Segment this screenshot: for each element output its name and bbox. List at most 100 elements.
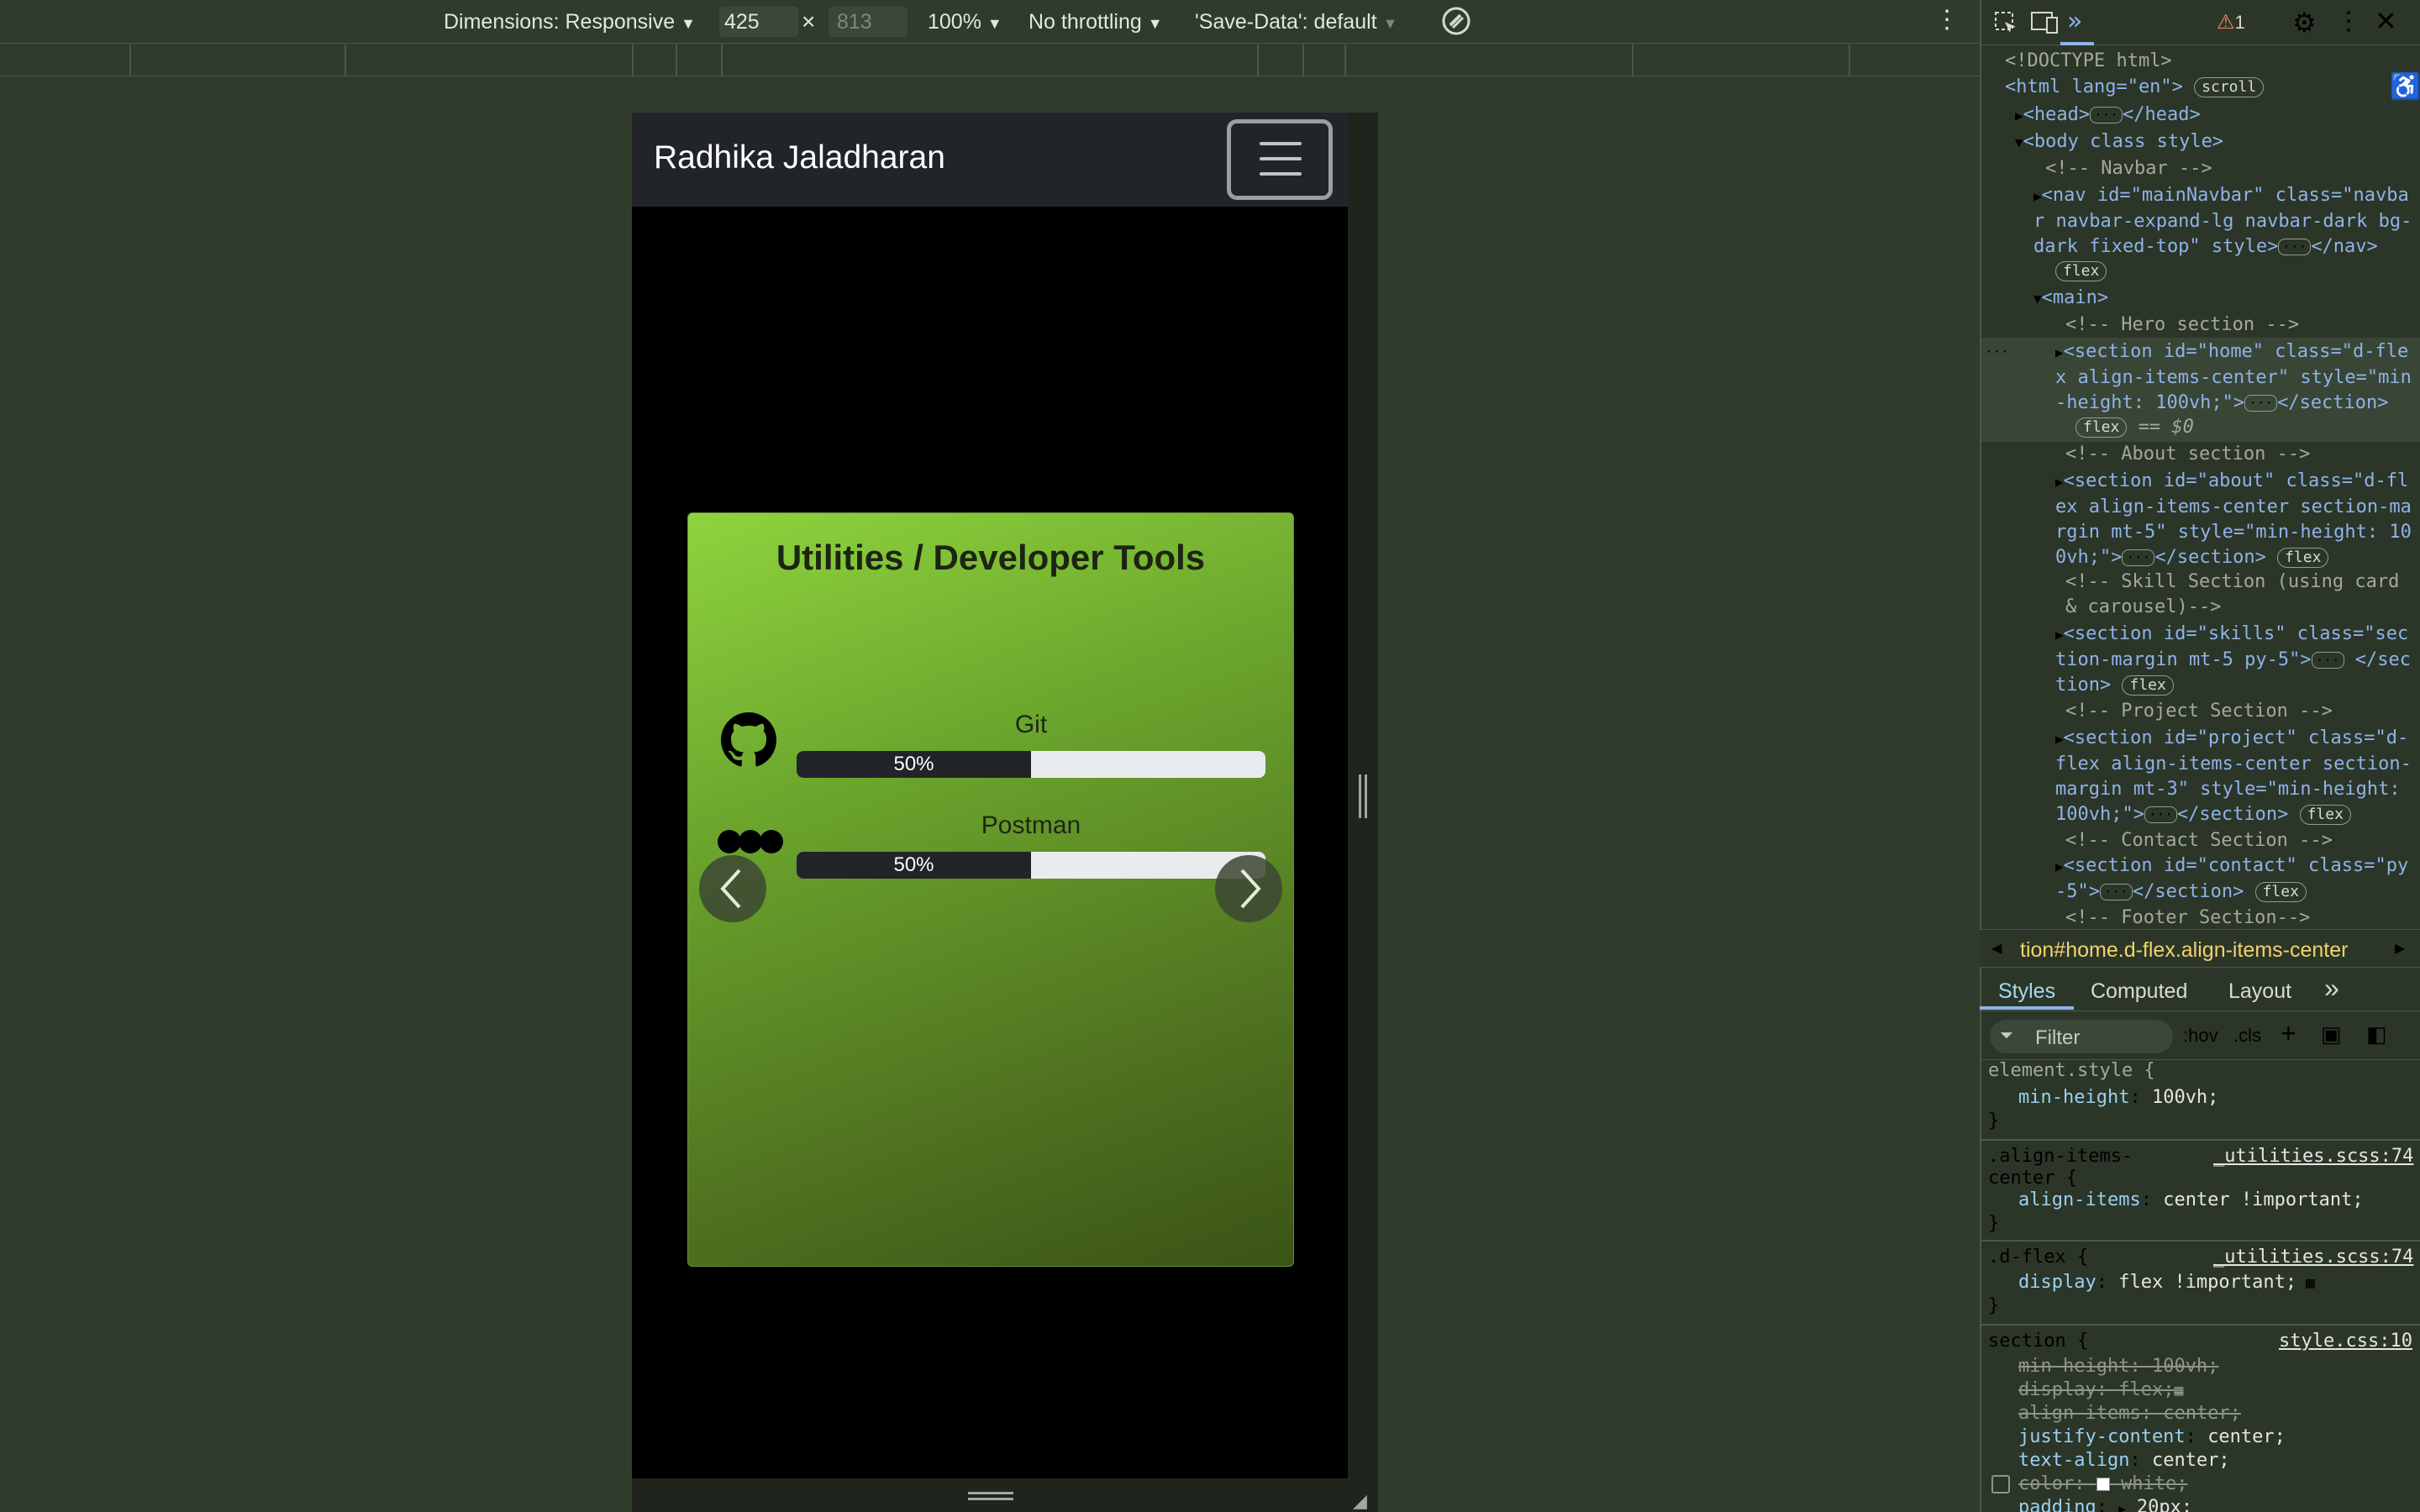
tab-computed[interactable]: Computed [2091,979,2187,1004]
scroll-right-icon[interactable]: ▶ [2395,940,2405,957]
style-declaration-overridden[interactable]: display: flex;▦ [2018,1378,2183,1404]
style-declaration[interactable]: align-items: center !important; [2018,1188,2364,1213]
triangle-right-icon[interactable]: ▶ [2055,627,2064,643]
inspect-element-icon[interactable] [1993,10,2018,39]
triangle-right-icon[interactable]: ▶ [2118,1503,2125,1512]
width-input[interactable]: 425 [719,7,798,37]
dom-line-dots[interactable]: ··· [1985,339,2009,365]
rotate-icon[interactable] [1440,5,1472,43]
scroll-badge[interactable]: scroll [2194,77,2265,97]
resize-corner-icon[interactable]: ◢ [1353,1490,1367,1512]
settings-gear-icon[interactable]: ⚙ [2292,7,2317,39]
triangle-right-icon[interactable]: ▶ [2015,108,2023,123]
rule-selector[interactable]: .d-flex { [1988,1245,2088,1270]
ellipsis-badge[interactable]: ··· [2144,806,2177,823]
rule-selector[interactable]: element.style { [1988,1058,2155,1084]
device-toggle-icon[interactable] [2030,10,2059,39]
dom-line[interactable]: ▶<head> ··· </head> [2015,102,2201,129]
style-declaration-overridden[interactable]: min-height: 100vh; [2018,1354,2218,1379]
dom-line[interactable]: <!-- Contact Section --> [2065,828,2333,853]
dom-line[interactable]: ▼<main> [2033,286,2108,312]
breadcrumb-item[interactable]: tion#home.d-flex.align-items-center [2020,938,2348,963]
ellipsis-badge[interactable]: ··· [2311,652,2344,669]
media-query-ruler[interactable] [0,45,1980,76]
dom-line[interactable]: <!-- Hero section --> [2065,312,2299,338]
style-declaration[interactable]: padding: ▶ 20px; [2018,1495,2192,1512]
flex-badge[interactable]: flex [2055,261,2107,281]
rule-source[interactable]: _utilities.scss:74 [2213,1144,2413,1169]
ellipsis-badge[interactable]: ··· [2099,884,2133,900]
rule-source[interactable]: style.css:10 [2279,1329,2412,1354]
resize-handle-bottom[interactable] [968,1492,1013,1500]
triangle-right-icon[interactable]: ▶ [2055,731,2064,747]
ellipsis-badge[interactable]: ··· [2278,239,2312,255]
resize-handle-right[interactable] [1359,774,1367,818]
dom-line[interactable]: ▶<section id="skills" class="section-mar… [2055,622,2415,698]
more-tabs-icon[interactable]: » [2324,973,2339,1004]
style-declaration-overridden[interactable]: align-items: center; [2018,1401,2241,1426]
triangle-down-icon[interactable]: ▼ [2033,291,2042,307]
close-icon[interactable]: ✕ [2375,5,2397,37]
dom-line[interactable]: <html lang="en"> scroll [2005,75,2265,100]
devtools-menu-icon[interactable]: ⋮ [2336,7,2361,36]
styles-filter-input[interactable]: ⏷ Filter [1990,1020,2173,1053]
accessibility-icon[interactable]: ♿ [2390,72,2420,102]
style-declaration[interactable]: min-height: 100vh; [2018,1085,2218,1110]
dom-line[interactable]: <!-- Footer Section--> [2065,906,2310,926]
dom-line[interactable]: flex == $0 [2075,415,2194,440]
dom-line[interactable]: <!-- Skill Section (using card & carouse… [2065,570,2413,620]
dom-line[interactable]: ▶<section id="about" class="d-flex align… [2055,469,2415,570]
flex-badge[interactable]: flex [2299,805,2351,825]
flex-badge[interactable]: flex [2277,548,2329,568]
scroll-left-icon[interactable]: ◀ [1991,940,2002,957]
triangle-right-icon[interactable]: ▶ [2033,188,2042,204]
dom-line[interactable]: <!-- About section --> [2065,442,2310,467]
more-tabs-icon[interactable]: » [2067,7,2082,36]
flex-badge[interactable]: flex [2254,882,2307,902]
triangle-right-icon[interactable]: ▶ [2055,344,2064,360]
triangle-down-icon[interactable]: ▼ [2015,134,2023,150]
triangle-right-icon[interactable]: ▶ [2055,474,2064,490]
new-rule-icon[interactable]: + [2281,1018,2296,1049]
dom-line[interactable]: <!-- Navbar --> [2045,156,2212,181]
throttling-dropdown[interactable]: No throttling ▼ [1028,10,1163,34]
dimensions-dropdown[interactable]: Dimensions: Responsive ▼ [444,10,696,34]
triangle-right-icon[interactable]: ▶ [2055,858,2064,874]
warning-icon[interactable]: ⚠1 [2217,10,2245,34]
more-options-icon[interactable]: ⋮ [1934,5,1960,34]
navbar-toggler-button[interactable] [1227,119,1333,200]
ellipsis-badge[interactable]: ··· [2244,395,2278,412]
tab-layout[interactable]: Layout [2228,979,2291,1004]
flex-editor-icon[interactable]: ▦ [2174,1382,2183,1399]
hov-toggle[interactable]: :hov [2183,1025,2218,1047]
save-data-dropdown[interactable]: 'Save-Data': default ▼ [1195,10,1397,34]
navbar-brand[interactable]: Radhika Jaladharan [654,139,945,176]
dom-line[interactable]: ▶<section id="contact" class="py-5"> ··· <… [2055,853,2415,905]
dom-line[interactable]: <!-- Project Section --> [2065,699,2333,724]
style-declaration[interactable]: justify-content: center; [2018,1425,2286,1450]
dom-line-selected[interactable]: ▶<section id="home" class="d-flex align-… [2055,339,2415,416]
ellipsis-badge[interactable]: ··· [2090,107,2123,123]
flex-badge[interactable]: flex [2122,675,2174,696]
style-declaration[interactable]: text-align: center; [2018,1448,2230,1473]
sidebar-toggle-icon[interactable]: ◧ [2366,1021,2387,1047]
height-input[interactable]: 813 [829,7,908,37]
disable-property-checkbox[interactable] [1991,1475,2010,1494]
flex-editor-icon[interactable]: ▦ [2296,1274,2315,1292]
dom-line[interactable]: <!DOCTYPE html> [2005,49,2172,74]
flex-badge[interactable]: flex [2075,417,2128,438]
rule-source[interactable]: _utilities.scss:74 [2213,1245,2413,1270]
dom-line[interactable]: ▼<body class style> [2015,129,2223,155]
carousel-prev-button[interactable] [699,855,766,922]
rule-selector[interactable]: section { [1988,1329,2088,1354]
zoom-dropdown[interactable]: 100% ▼ [928,10,1002,34]
ellipsis-badge[interactable]: ··· [2122,549,2155,566]
paint-icon[interactable]: ▣ [2321,1021,2342,1047]
style-declaration[interactable]: display: flex !important; ▦ [2018,1270,2315,1296]
color-swatch[interactable] [2096,1478,2110,1491]
dom-line[interactable]: ▶<section id="project" class="d-flex ali… [2055,726,2415,827]
dom-line[interactable]: flex [2055,259,2107,284]
style-declaration-overridden[interactable]: color: white; [2018,1472,2187,1497]
dom-line[interactable]: ▶<nav id="mainNavbar" class="navbar navb… [2033,183,2413,260]
tab-styles[interactable]: Styles [1998,979,2055,1004]
